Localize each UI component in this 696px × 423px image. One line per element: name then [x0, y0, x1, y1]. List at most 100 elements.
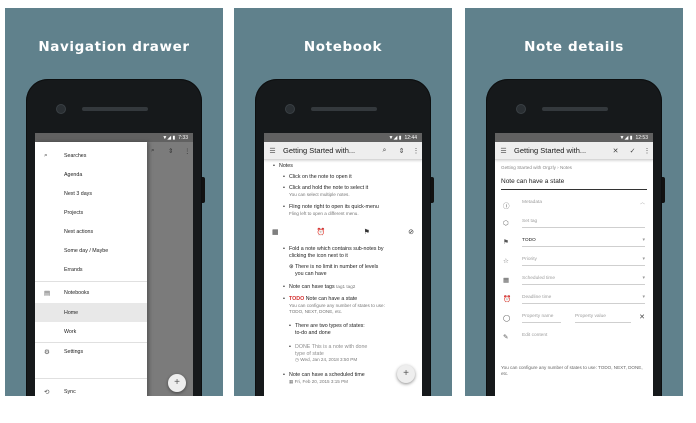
- closed-time: ◷ Wed, Jan 24, 2018 3:50 PM: [295, 357, 358, 362]
- schedule-icon[interactable]: ▦: [272, 228, 279, 236]
- app-title: Getting Started with...: [283, 146, 356, 155]
- drawer-item-agenda[interactable]: Agenda: [35, 165, 147, 184]
- done-icon[interactable]: ⊘: [408, 228, 414, 236]
- list-item[interactable]: • Fling note right to open its quick-menu…: [283, 204, 379, 217]
- field-underline: [522, 284, 645, 285]
- check-icon[interactable]: ✓: [624, 147, 641, 155]
- drawer-item-next-3-days[interactable]: Next 3 days: [35, 184, 147, 203]
- drawer-item-work[interactable]: Work: [35, 322, 147, 341]
- note-title-input[interactable]: Note can have a state: [501, 178, 564, 185]
- breadcrumb[interactable]: Getting Started with Orgzly › Notes: [501, 165, 572, 170]
- search-icon[interactable]: ⌕: [151, 147, 155, 155]
- app-title: Getting Started with...: [514, 146, 587, 155]
- field-underline: [575, 322, 631, 323]
- list-item[interactable]: • Click and hold the note to select it You…: [283, 185, 368, 198]
- field-underline: [522, 265, 645, 266]
- tags-placeholder: Set tag: [522, 219, 538, 224]
- calendar-icon: ▦: [503, 277, 510, 284]
- note-content: You can configure any number of states t…: [289, 302, 385, 308]
- sort-icon[interactable]: ⇕: [393, 147, 410, 155]
- deadline-field[interactable]: ⏰ Deadline time ▾: [495, 291, 653, 310]
- list-item[interactable]: • Click on the note to open it: [283, 174, 352, 181]
- drawer-item-settings[interactable]: ⚙ Settings: [35, 342, 147, 361]
- dropdown-icon[interactable]: ▾: [642, 275, 645, 281]
- phone-frame: ▼◢ ▮ 7:33 ⌕ ⇕ ⋮ + ⌕ Searches Agenda Next …: [26, 79, 205, 396]
- property-row: ◯ Property name Property value ✕: [495, 310, 653, 329]
- search-icon[interactable]: ⌕: [376, 147, 393, 155]
- bullet: •: [283, 174, 285, 180]
- drawer-item-label: Projects: [64, 209, 84, 216]
- panel-title: Note details: [524, 39, 624, 55]
- edit-content-row[interactable]: ✎ Edit content: [495, 329, 653, 348]
- close-icon[interactable]: ✕: [639, 313, 645, 321]
- alarm-icon: ⏰: [503, 296, 512, 303]
- notes-list: • Notes • Click on the note to open it • Cl…: [264, 160, 422, 396]
- sort-icon[interactable]: ⇕: [168, 147, 173, 155]
- close-icon[interactable]: ✕: [607, 147, 624, 155]
- chevron-up-icon[interactable]: ︿: [640, 199, 645, 206]
- bullet: •: [289, 344, 291, 350]
- menu-icon[interactable]: ☰: [495, 147, 512, 155]
- tags-field[interactable]: ⬡ Set tag: [495, 215, 653, 234]
- drawer-item-home[interactable]: Home: [35, 303, 147, 322]
- drawer-item-next-actions[interactable]: Next actions: [35, 222, 147, 241]
- scheduled-field[interactable]: ▦ Scheduled time ▾: [495, 272, 653, 291]
- info-icon: ⓘ: [503, 203, 510, 210]
- scheduled-placeholder: Scheduled time: [522, 276, 556, 281]
- alarm-icon[interactable]: ⏰: [317, 228, 326, 236]
- drawer-item-label: Searches: [64, 152, 87, 159]
- list-item[interactable]: • Fold a note which contains sub-notes by…: [283, 246, 384, 259]
- drawer-item-notebooks[interactable]: ▤ Notebooks: [35, 283, 147, 302]
- more-vert-icon[interactable]: ⋮: [641, 147, 653, 155]
- note-title: Note can have tags: [289, 284, 335, 290]
- bullet: ⊛: [289, 264, 294, 270]
- state-keyword: TODO: [289, 296, 305, 302]
- field-underline: [522, 246, 645, 247]
- add-button[interactable]: +: [397, 365, 415, 383]
- drawer-item-searches[interactable]: ⌕ Searches: [35, 146, 147, 165]
- note-title: type of state: [295, 350, 324, 357]
- drawer-item-some-day[interactable]: Some day / Maybe: [35, 241, 147, 260]
- drawer-item-sync[interactable]: ⟲ Sync: [35, 382, 147, 396]
- dropdown-icon[interactable]: ▾: [642, 294, 645, 300]
- list-item[interactable]: • TODO Note can have a state You can confi…: [283, 296, 385, 316]
- phone-frame: ▼◢ ▮ 12:53 ☰ Getting Started with... ✕ ✓…: [486, 79, 665, 396]
- note-title: There is no limit in number of levels: [295, 264, 379, 270]
- drawer-item-label: Agenda: [64, 171, 83, 178]
- priority-field[interactable]: ☆ Priority ▾: [495, 253, 653, 272]
- drawer-item-projects[interactable]: Projects: [35, 203, 147, 222]
- menu-icon[interactable]: ☰: [264, 147, 281, 155]
- panel-notebook: Notebook ▼◢ ▮ 12:44 ☰ Getting Started wi…: [234, 8, 452, 396]
- status-time: 12:53: [635, 134, 648, 141]
- state-keyword: DONE: [295, 344, 311, 350]
- divider: [35, 378, 147, 379]
- drawer-item-label: Some day / Maybe: [64, 247, 109, 254]
- dropdown-icon[interactable]: ▾: [642, 237, 645, 243]
- flag-icon: ⚑: [503, 239, 509, 246]
- more-vert-icon[interactable]: ⋮: [184, 147, 191, 155]
- pencil-icon: ✎: [503, 334, 509, 341]
- more-vert-icon[interactable]: ⋮: [410, 147, 422, 155]
- navigation-drawer: ⌕ Searches Agenda Next 3 days Projects Ne…: [35, 142, 147, 396]
- state-field[interactable]: ⚑ TODO ▾: [495, 234, 653, 253]
- dropdown-icon[interactable]: ▾: [642, 256, 645, 262]
- property-name-input[interactable]: Property name: [522, 314, 553, 319]
- list-item[interactable]: ⊛ There is no limit in number of levels yo…: [289, 264, 379, 277]
- status-bar: ▼◢ ▮ 12:53: [495, 133, 653, 142]
- property-value-input[interactable]: Property value: [575, 314, 606, 319]
- flag-icon[interactable]: ⚑: [364, 228, 370, 236]
- list-item[interactable]: • DONE This is a note with done type of st…: [289, 344, 367, 364]
- drawer-item-errands[interactable]: Errands: [35, 260, 147, 279]
- drawer-item-label: Next actions: [64, 228, 94, 235]
- side-button: [431, 177, 434, 203]
- list-item[interactable]: • Note can have a scheduled time ▦ Fri, Fe…: [283, 372, 365, 385]
- note-title: Fling note right to open its quick-menu: [289, 204, 379, 210]
- camera: [517, 105, 525, 113]
- list-item[interactable]: • Note can have tags tag1 tag2: [283, 284, 355, 291]
- add-button[interactable]: +: [168, 374, 186, 392]
- metadata-row[interactable]: ⓘ Metadata ︿: [495, 196, 653, 215]
- list-item[interactable]: • Notes: [273, 163, 293, 170]
- tag-icon: ⬡: [503, 220, 509, 227]
- note-content: TODO, NEXT, DONE, etc.: [289, 309, 343, 314]
- list-item[interactable]: • There are two types of states: to-do and…: [289, 323, 365, 336]
